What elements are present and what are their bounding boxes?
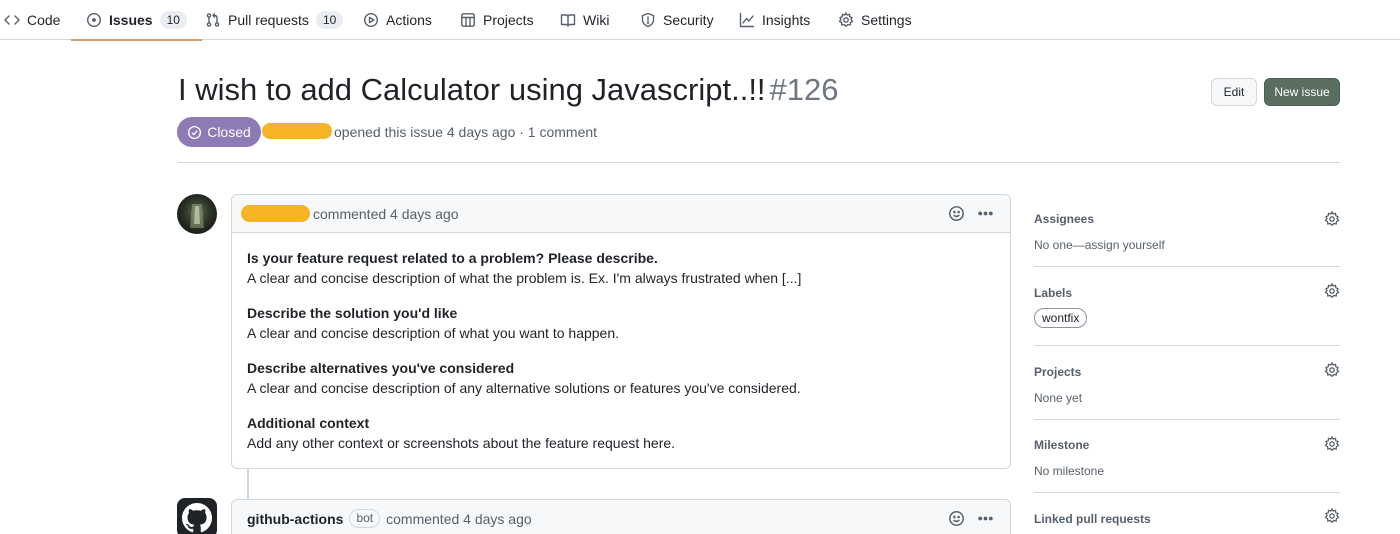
table-icon xyxy=(461,13,475,27)
sidebar-assignees: Assignees No one—assign yourself xyxy=(1034,194,1340,267)
label-wontfix[interactable]: wontfix xyxy=(1034,308,1088,328)
tab-label: Issues xyxy=(109,12,153,28)
milestone-value: No milestone xyxy=(1034,464,1105,478)
status-label: Closed xyxy=(207,124,251,140)
github-mark-icon xyxy=(182,503,212,533)
comment-actions xyxy=(948,510,994,527)
tab-label: Wiki xyxy=(583,12,610,28)
tab-wiki[interactable]: Wiki xyxy=(560,0,609,40)
gear-icon[interactable] xyxy=(1324,211,1340,227)
tab-security[interactable]: Security xyxy=(640,0,714,40)
kebab-horizontal-icon[interactable] xyxy=(977,510,994,527)
comment-author[interactable]: github-actions xyxy=(247,511,343,527)
section-title: Additional context xyxy=(247,415,370,431)
new-issue-button[interactable]: New issue xyxy=(1264,78,1340,106)
tab-label: Actions xyxy=(386,12,432,28)
section-text: A clear and concise description of what … xyxy=(247,325,620,341)
section-title: Is your feature request related to a pro… xyxy=(247,250,658,266)
redacted-author xyxy=(262,123,332,139)
git-pull-request-icon xyxy=(206,13,220,27)
tab-label: Code xyxy=(27,12,61,28)
check-circle-icon xyxy=(188,125,202,139)
tab-projects[interactable]: Projects xyxy=(460,0,534,40)
timeline-connector xyxy=(247,468,249,500)
tab-label: Security xyxy=(663,12,714,28)
comment-section: Is your feature request related to a pro… xyxy=(247,248,995,288)
gear-icon[interactable] xyxy=(1324,436,1340,452)
tab-settings[interactable]: Settings xyxy=(838,0,912,40)
comment-section: Describe the solution you'd like A clear… xyxy=(247,303,995,343)
projects-value: None yet xyxy=(1034,391,1083,405)
issue-number: #126 xyxy=(769,72,839,107)
sidebar-linked-prs: Linked pull requests xyxy=(1034,493,1340,534)
comment-timestamp[interactable]: commented 4 days ago xyxy=(386,511,532,527)
tab-label: Insights xyxy=(762,12,811,28)
tab-issues[interactable]: Issues 10 xyxy=(71,0,202,41)
comment-section: Describe alternatives you've considered … xyxy=(247,358,995,398)
section-title: Describe alternatives you've considered xyxy=(247,360,515,376)
edit-button[interactable]: Edit xyxy=(1211,78,1257,106)
redacted-comment-author xyxy=(241,205,310,222)
sidebar-milestone: Milestone No milestone xyxy=(1034,420,1340,493)
bot-badge: bot xyxy=(349,509,381,528)
tab-label: Settings xyxy=(861,12,912,28)
assign-yourself-link[interactable]: No one—assign yourself xyxy=(1034,238,1340,252)
section-text: A clear and concise description of any a… xyxy=(247,380,801,396)
book-icon xyxy=(560,14,576,27)
comment-actions xyxy=(948,205,994,222)
comment-body: Is your feature request related to a pro… xyxy=(232,233,1010,453)
sidebar-heading[interactable]: Assignees xyxy=(1034,212,1340,226)
tab-label: Pull requests xyxy=(228,12,309,28)
play-icon xyxy=(363,12,379,28)
gear-icon[interactable] xyxy=(1324,283,1340,299)
comment-section: Additional context Add any other context… xyxy=(247,413,995,453)
comment-timestamp[interactable]: commented 4 days ago xyxy=(313,206,459,222)
gear-icon xyxy=(838,12,854,27)
comment: commented 4 days ago Is your feature req… xyxy=(231,194,1011,469)
section-title: Describe the solution you'd like xyxy=(247,305,458,321)
tab-label: Projects xyxy=(483,12,534,28)
tab-code[interactable]: Code xyxy=(4,0,60,40)
header-divider xyxy=(178,162,1340,163)
code-icon xyxy=(4,15,20,25)
tab-pull-requests[interactable]: Pull requests 10 xyxy=(205,0,344,40)
shield-icon xyxy=(641,12,655,28)
repo-nav: Code Issues 10 Pull requests 10 Actions … xyxy=(0,0,1400,41)
github-actions-avatar[interactable] xyxy=(177,498,217,534)
tab-actions[interactable]: Actions xyxy=(363,0,432,40)
avatar[interactable] xyxy=(177,194,217,234)
avatar-image xyxy=(190,204,204,228)
sidebar-heading[interactable]: Milestone xyxy=(1034,438,1340,452)
tab-insights[interactable]: Insights xyxy=(739,0,810,40)
gear-icon[interactable] xyxy=(1324,508,1340,524)
status-badge: Closed xyxy=(177,117,261,147)
comment-header: github-actions bot commented 4 days ago xyxy=(232,500,1010,534)
issue-sidebar: Assignees No one—assign yourself Labels … xyxy=(1034,194,1340,534)
pull-requests-counter: 10 xyxy=(315,11,344,29)
issues-counter: 10 xyxy=(159,11,187,29)
sidebar-heading[interactable]: Linked pull requests xyxy=(1034,512,1340,526)
section-text: Add any other context or screenshots abo… xyxy=(247,435,676,451)
graph-icon xyxy=(739,12,755,28)
issue-meta: opened this issue 4 days ago · 1 comment xyxy=(334,124,598,140)
issue-title: I wish to add Calculator using Javascrip… xyxy=(178,72,839,108)
comment: github-actions bot commented 4 days ago xyxy=(231,499,1011,534)
sidebar-heading[interactable]: Projects xyxy=(1034,365,1340,379)
issue-title-text: I wish to add Calculator using Javascrip… xyxy=(178,72,766,107)
sidebar-heading[interactable]: Labels xyxy=(1034,286,1340,300)
comment-header: commented 4 days ago xyxy=(232,195,1010,233)
section-text: A clear and concise description of what … xyxy=(247,270,802,286)
issue-opened-icon xyxy=(86,12,102,28)
smiley-icon[interactable] xyxy=(948,205,965,222)
gear-icon[interactable] xyxy=(1324,362,1340,378)
smiley-icon[interactable] xyxy=(948,510,965,527)
sidebar-projects: Projects None yet xyxy=(1034,346,1340,420)
kebab-horizontal-icon[interactable] xyxy=(977,205,994,222)
sidebar-labels: Labels wontfix xyxy=(1034,267,1340,346)
